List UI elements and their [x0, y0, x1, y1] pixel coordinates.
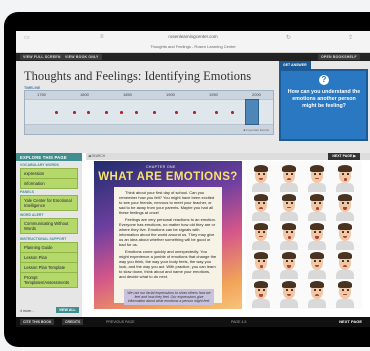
- paragraph: Emotions come quickly and unexpectedly. …: [119, 249, 217, 279]
- timeline-event[interactable]: [120, 111, 123, 114]
- pull-quote: We use our facial expressions to show ot…: [124, 289, 214, 305]
- next-page-top-button[interactable]: NEXT PAGE ▶: [328, 153, 360, 160]
- timeline-event[interactable]: [55, 111, 58, 114]
- face-photo: [278, 194, 300, 221]
- screen: ▭ ≡ ↻ ⇪ rosenlearningcenter.com Thoughts…: [16, 31, 370, 327]
- sidebar-section-label: INSTRUCTIONAL SUPPORT: [20, 237, 67, 241]
- face-photo: [250, 194, 272, 221]
- question-icon: ?: [319, 75, 329, 85]
- face-photo: [278, 165, 300, 192]
- face-photo: [334, 194, 356, 221]
- sidebar-item-information[interactable]: information: [20, 178, 78, 189]
- timeline-year: 2000: [252, 92, 261, 97]
- timeline-band: [25, 99, 273, 125]
- paragraph: Think about your first day of school. Ca…: [119, 190, 215, 215]
- view-book-only-button[interactable]: VIEW BOOK ONLY: [62, 54, 102, 60]
- search-link[interactable]: ◀ SEARCH: [88, 154, 105, 158]
- timeline-year: 1900: [166, 92, 175, 97]
- face-photo: [334, 252, 356, 279]
- sidebar-item-prompt-templates[interactable]: Prompt Templates/Assessments: [20, 272, 78, 288]
- sidebar-heading: EXPLORE THIS PAGE: [16, 153, 82, 161]
- timeline[interactable]: 1750 1800 1850 1900 1950 2000 ■ Importan…: [24, 90, 274, 135]
- bottom-bar: CITE THIS BOOK CREDITS PREVIOUS PAGE PAG…: [16, 317, 370, 327]
- get-answer-panel[interactable]: ? How can you understand the emotions an…: [279, 69, 368, 141]
- next-page-button[interactable]: NEXT PAGE: [339, 319, 362, 325]
- face-photo: [306, 194, 328, 221]
- sidebar-item-yale-center[interactable]: Yale Center for Emotional Intelligence: [20, 195, 78, 211]
- face-photo: [334, 165, 356, 192]
- view-all-button[interactable]: VIEW ALL: [56, 307, 79, 313]
- page-indicator: PAGE 4-5: [231, 320, 247, 324]
- face-photo: [250, 223, 272, 250]
- face-photo: [250, 252, 272, 279]
- face-photo: [334, 281, 356, 308]
- sidebar-more-link[interactable]: 4 more...: [20, 309, 34, 313]
- sidebar-section-label: VOCABULARY WORDS: [20, 163, 59, 167]
- book-page-left: CHAPTER ONE WHAT ARE EMOTIONS? Think abo…: [94, 161, 242, 309]
- timeline-event[interactable]: [175, 111, 178, 114]
- timeline-event[interactable]: [193, 111, 196, 114]
- sidebar-section-label: WORD ALERT: [20, 213, 44, 217]
- explore-sidebar: EXPLORE THIS PAGE VOCABULARY WORDS expre…: [16, 153, 82, 317]
- timeline-event[interactable]: [153, 111, 156, 114]
- timeline-year: 1950: [209, 92, 218, 97]
- timeline-year: 1800: [80, 92, 89, 97]
- face-photo: [306, 223, 328, 250]
- book-page-right-faces: [246, 161, 362, 309]
- timeline-current-marker[interactable]: [245, 99, 259, 125]
- timeline-event[interactable]: [73, 111, 76, 114]
- face-photo: [278, 223, 300, 250]
- face-photo: [306, 252, 328, 279]
- sidebar-item-communicating[interactable]: Communicating Without Words: [20, 218, 78, 234]
- timeline-years: 1750 1800 1850 1900 1950 2000: [25, 92, 275, 98]
- book-title: Thoughts and Feelings: Identifying Emoti…: [24, 69, 252, 83]
- face-photo: [278, 252, 300, 279]
- book-header: ◀ SEARCH NEXT PAGE ▶: [86, 153, 370, 160]
- book-spread: ◀ SEARCH NEXT PAGE ▶ CHAPTER ONE WHAT AR…: [86, 153, 370, 317]
- credits-button[interactable]: CREDITS: [62, 319, 84, 325]
- face-photo: [306, 281, 328, 308]
- sidebar-section-label: PANELS: [20, 190, 34, 194]
- open-bookshelf-button[interactable]: OPEN BOOKSHELF: [318, 54, 360, 60]
- face-photo: [306, 165, 328, 192]
- previous-page-button[interactable]: PREVIOUS PAGE: [106, 320, 135, 324]
- page-heading: WHAT ARE EMOTIONS?: [98, 171, 238, 183]
- essential-question: How can you understand the emotions anot…: [287, 89, 361, 109]
- timeline-event[interactable]: [135, 111, 138, 114]
- cite-this-book-button[interactable]: CITE THIS BOOK: [20, 319, 55, 325]
- page-title-tab[interactable]: Thoughts and Feelings - Rosen Learning C…: [16, 44, 370, 49]
- view-full-screen-button[interactable]: VIEW FULL SCREEN: [20, 54, 64, 60]
- face-photo: [334, 223, 356, 250]
- get-answer-tab[interactable]: GET ANSWER: [279, 61, 311, 69]
- timeline-year: 1850: [123, 92, 132, 97]
- face-photo: [250, 165, 272, 192]
- face-photo: [278, 281, 300, 308]
- browser-bar: ▭ ≡ ↻ ⇪ rosenlearningcenter.com Thoughts…: [16, 31, 370, 53]
- page-body: Think about your first day of school. Ca…: [114, 187, 222, 303]
- timeline-event[interactable]: [87, 111, 90, 114]
- url-field[interactable]: rosenlearningcenter.com: [16, 34, 370, 39]
- timeline-event[interactable]: [231, 111, 234, 114]
- timeline-event[interactable]: [105, 111, 108, 114]
- timeline-year: 1750: [37, 92, 46, 97]
- paragraph: Feelings are very personal reactions to …: [119, 217, 216, 247]
- timeline-event[interactable]: [215, 111, 218, 114]
- timeline-legend: ■ Important Events: [243, 128, 269, 132]
- toolstrip: VIEW FULL SCREEN VIEW BOOK ONLY OPEN BOO…: [16, 53, 370, 61]
- chapter-label: CHAPTER ONE: [146, 165, 176, 169]
- face-photo: [250, 281, 272, 308]
